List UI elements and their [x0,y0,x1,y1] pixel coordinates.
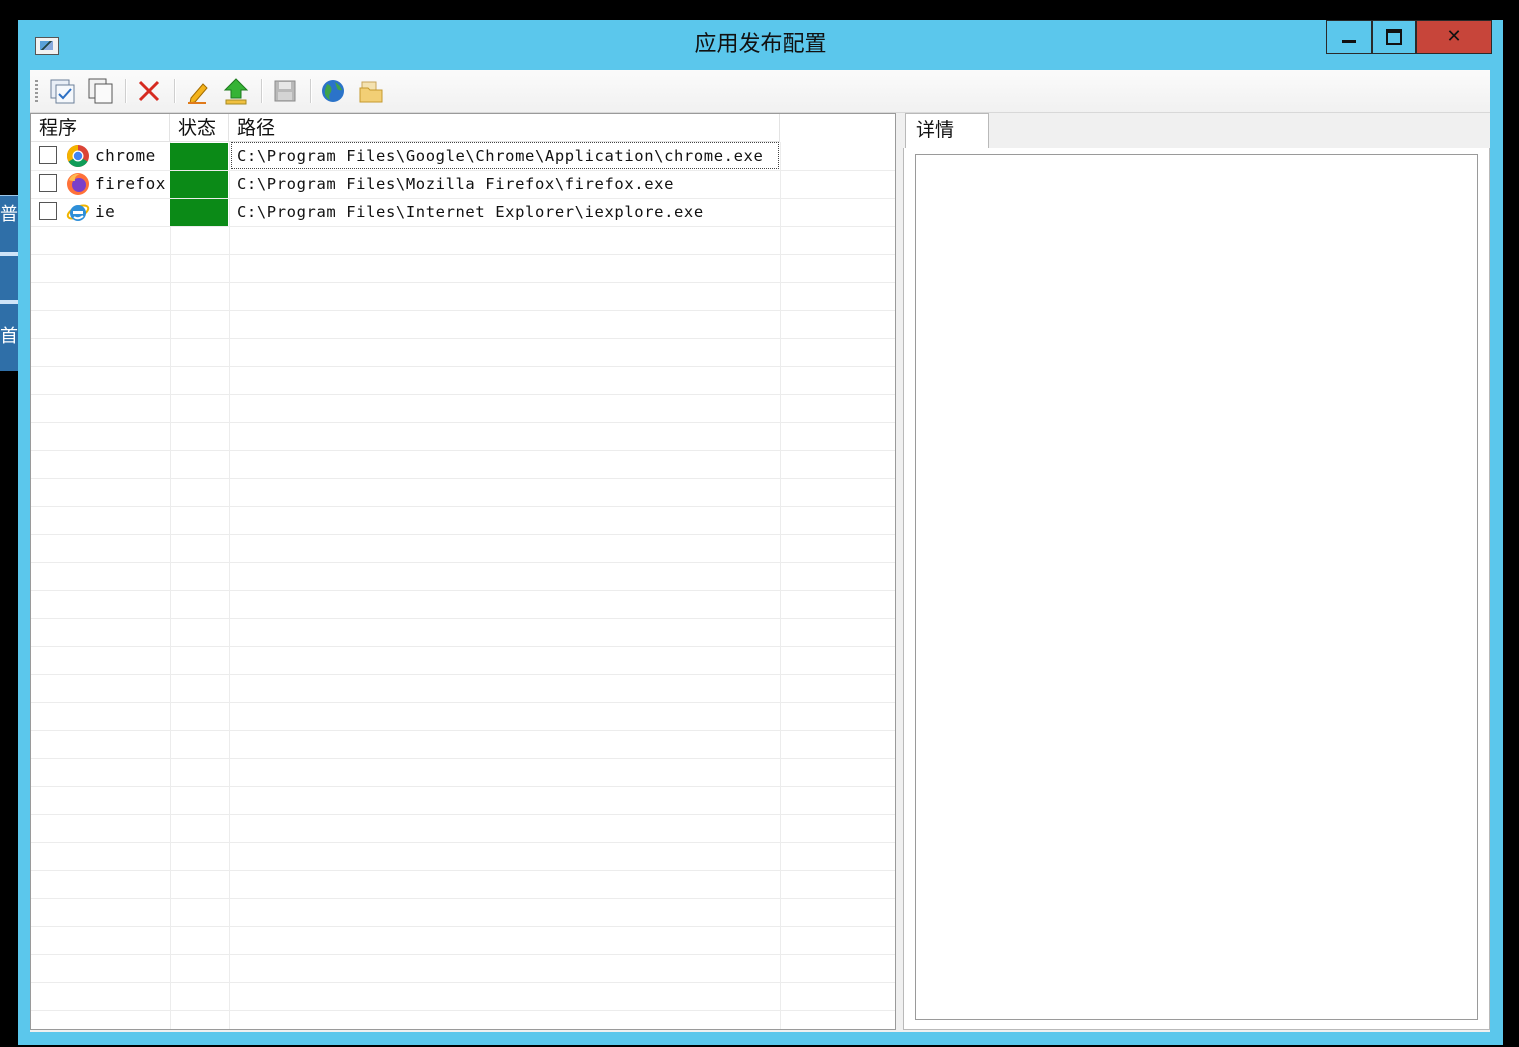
delete-icon [138,80,160,102]
grid-row-line [31,926,895,927]
column-header-path[interactable]: 路径 [229,114,780,142]
background-glyph: 普 [0,204,18,225]
details-content-box[interactable] [915,154,1478,1020]
grid-row-line [31,674,895,675]
program-name: firefox [95,174,166,193]
grid-column-line [170,142,171,1029]
grid-row-line [31,702,895,703]
toolbar-separator [174,79,176,103]
folder-icon [359,81,383,103]
new-checked-doc-button[interactable] [48,76,78,106]
save-disk-icon [274,80,296,102]
title-bar[interactable]: 应用发布配置 ✕ [18,20,1503,70]
delete-button[interactable] [134,76,164,106]
grid-row-line [31,870,895,871]
window-title: 应用发布配置 [694,32,827,57]
grid-row-line [31,618,895,619]
grid-row-line [31,534,895,535]
grid-row-line [31,478,895,479]
list-row-ie[interactable]: ie C:\Program Files\Internet Explorer\ie… [31,198,895,226]
grid-row-line [31,562,895,563]
firefox-icon [67,173,89,195]
toolbar-separator [310,79,312,103]
grid-row-line [31,814,895,815]
grid-row-line [31,590,895,591]
column-header-program[interactable]: 程序 [31,114,170,142]
copy-button[interactable] [86,76,116,106]
grid-column-line [780,142,781,1029]
grid-row-line [31,954,895,955]
program-path: C:\Program Files\Internet Explorer\iexpl… [237,203,704,221]
grid-row-line [31,282,895,283]
grid-column-line [229,142,230,1029]
grid-row-line [31,982,895,983]
row-checkbox[interactable] [39,174,57,192]
grid-row-line [31,226,895,227]
grid-row-line [31,338,895,339]
minimize-icon [1342,40,1356,43]
tab-details[interactable]: 详情 [905,113,989,149]
maximize-icon [1386,29,1402,45]
new-checked-doc-icon [50,79,75,104]
background-glyph: 首 [0,326,18,347]
list-row-firefox[interactable]: firefox C:\Program Files\Mozilla Firefox… [31,170,895,198]
toolbar-separator [125,79,127,103]
chrome-icon [67,145,89,167]
background-divider [0,252,18,256]
app-publish-config-window: 应用发布配置 ✕ 程序 状态 路径 chrome C:\Program File… [18,20,1503,1045]
grid-row-line [31,394,895,395]
folder-button[interactable] [356,76,386,106]
grid-row-line [31,1010,895,1011]
toolbar [30,70,1490,113]
details-tab-strip [903,113,1490,149]
globe-button[interactable] [318,76,348,106]
close-icon: ✕ [1446,26,1462,47]
grid-row-line [31,646,895,647]
program-name: ie [95,202,116,221]
publish-button[interactable] [221,76,251,106]
grid-row-line [31,730,895,731]
status-indicator [170,143,228,170]
maximize-button[interactable] [1372,20,1416,54]
toolbar-grip[interactable] [35,80,38,102]
program-list[interactable]: 程序 状态 路径 chrome C:\Program Files\Google\… [30,113,896,1030]
grid-row-line [31,506,895,507]
details-panel: 详情 [903,113,1490,1030]
edit-pencil-icon [188,83,208,104]
status-indicator [170,171,228,198]
program-name: chrome [95,146,156,165]
save-button[interactable] [270,76,300,106]
minimize-button[interactable] [1326,20,1372,54]
grid-row-line [31,786,895,787]
client-area: 程序 状态 路径 chrome C:\Program Files\Google\… [30,70,1490,1032]
close-button[interactable]: ✕ [1416,20,1492,54]
program-path: C:\Program Files\Mozilla Firefox\firefox… [237,175,674,193]
grid-row-line [31,758,895,759]
grid-row-line [31,254,895,255]
grid-row-line [31,450,895,451]
grid-row-line [31,310,895,311]
status-indicator [170,199,228,226]
background-divider [0,300,18,304]
toolbar-separator [261,79,263,103]
copy-icon [88,78,113,104]
column-header-status[interactable]: 状态 [170,114,229,142]
list-row-chrome[interactable]: chrome C:\Program Files\Google\Chrome\Ap… [31,142,895,170]
ie-icon [66,204,90,221]
details-tab-page [903,148,1490,1030]
row-checkbox[interactable] [39,202,57,220]
grid-row-line [31,422,895,423]
background-app-strip: 普 首 [0,195,18,371]
focus-rectangle [231,142,779,169]
grid-row-line [31,842,895,843]
globe-icon [322,80,344,102]
row-checkbox[interactable] [39,146,57,164]
grid-row-line [31,366,895,367]
publish-up-arrow-icon [223,78,249,105]
grid-row-line [31,898,895,899]
edit-button[interactable] [183,76,213,106]
